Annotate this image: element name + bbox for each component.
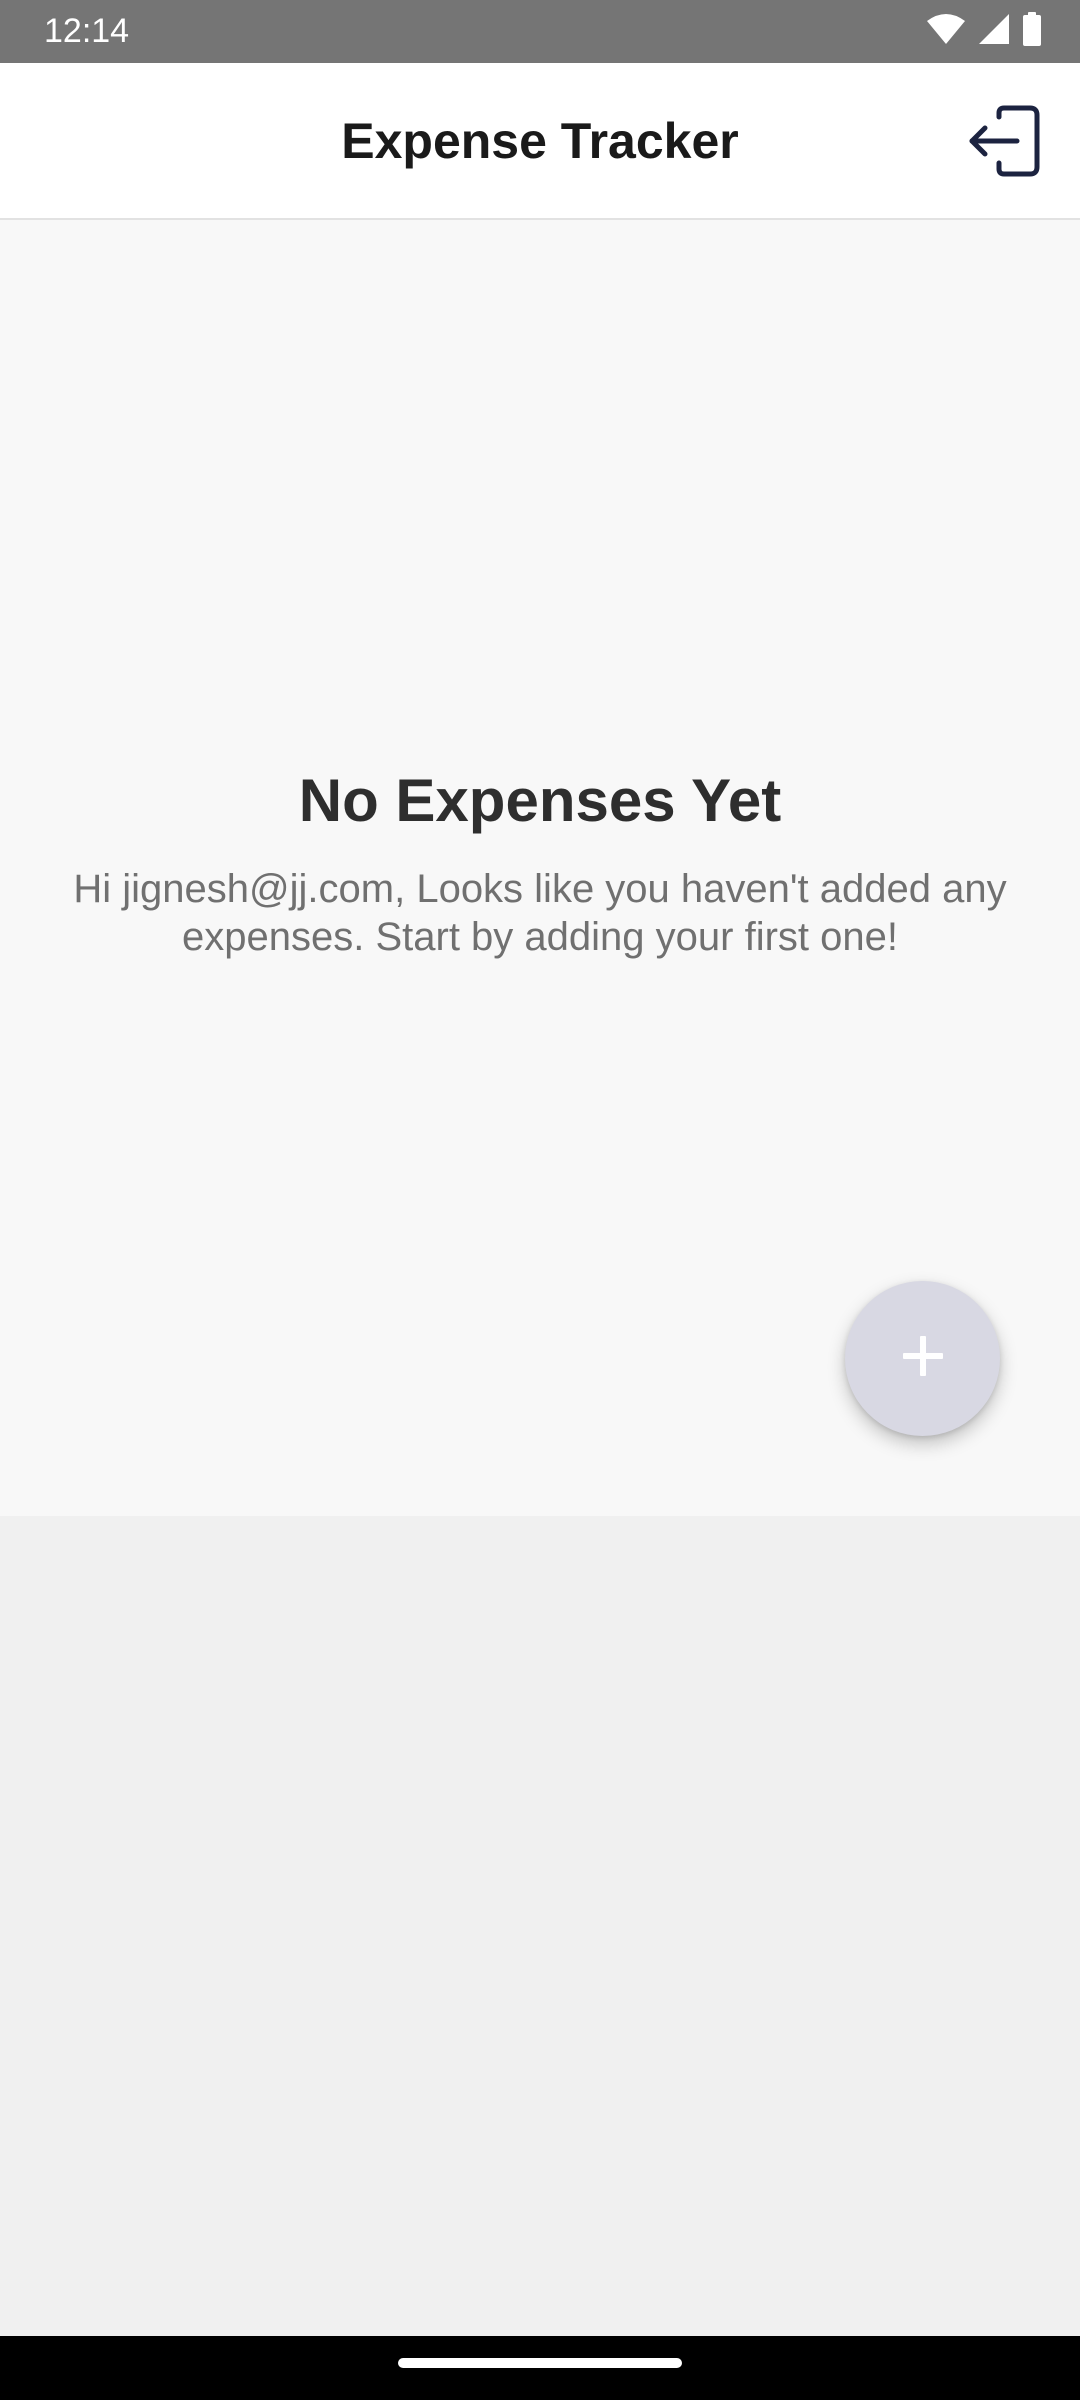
expense-tracker-screen: 12:14 Expense Tracker No Expenses Yet Hi… <box>0 0 1080 2400</box>
logout-icon <box>967 105 1041 182</box>
empty-state-message: Hi jignesh@jj.com, Looks like you haven'… <box>73 867 1007 959</box>
logout-button[interactable] <box>964 103 1044 183</box>
add-expense-button[interactable] <box>845 1281 1000 1436</box>
cellular-signal-icon <box>978 13 1010 50</box>
lower-area <box>0 1516 1080 2336</box>
wifi-icon <box>926 13 966 50</box>
status-bar: 12:14 <box>0 0 1080 63</box>
page-title: Expense Tracker <box>341 113 739 169</box>
status-icons <box>926 11 1042 51</box>
status-time: 12:14 <box>44 12 130 50</box>
home-indicator[interactable] <box>398 2358 682 2368</box>
empty-state: No Expenses Yet Hi jignesh@jj.com, Looks… <box>0 765 1080 961</box>
empty-state-title: No Expenses Yet <box>298 767 782 834</box>
plus-icon <box>901 1334 945 1383</box>
app-header: Expense Tracker <box>0 63 1080 220</box>
system-navigation-bar <box>0 2336 1080 2400</box>
battery-icon <box>1022 11 1042 51</box>
